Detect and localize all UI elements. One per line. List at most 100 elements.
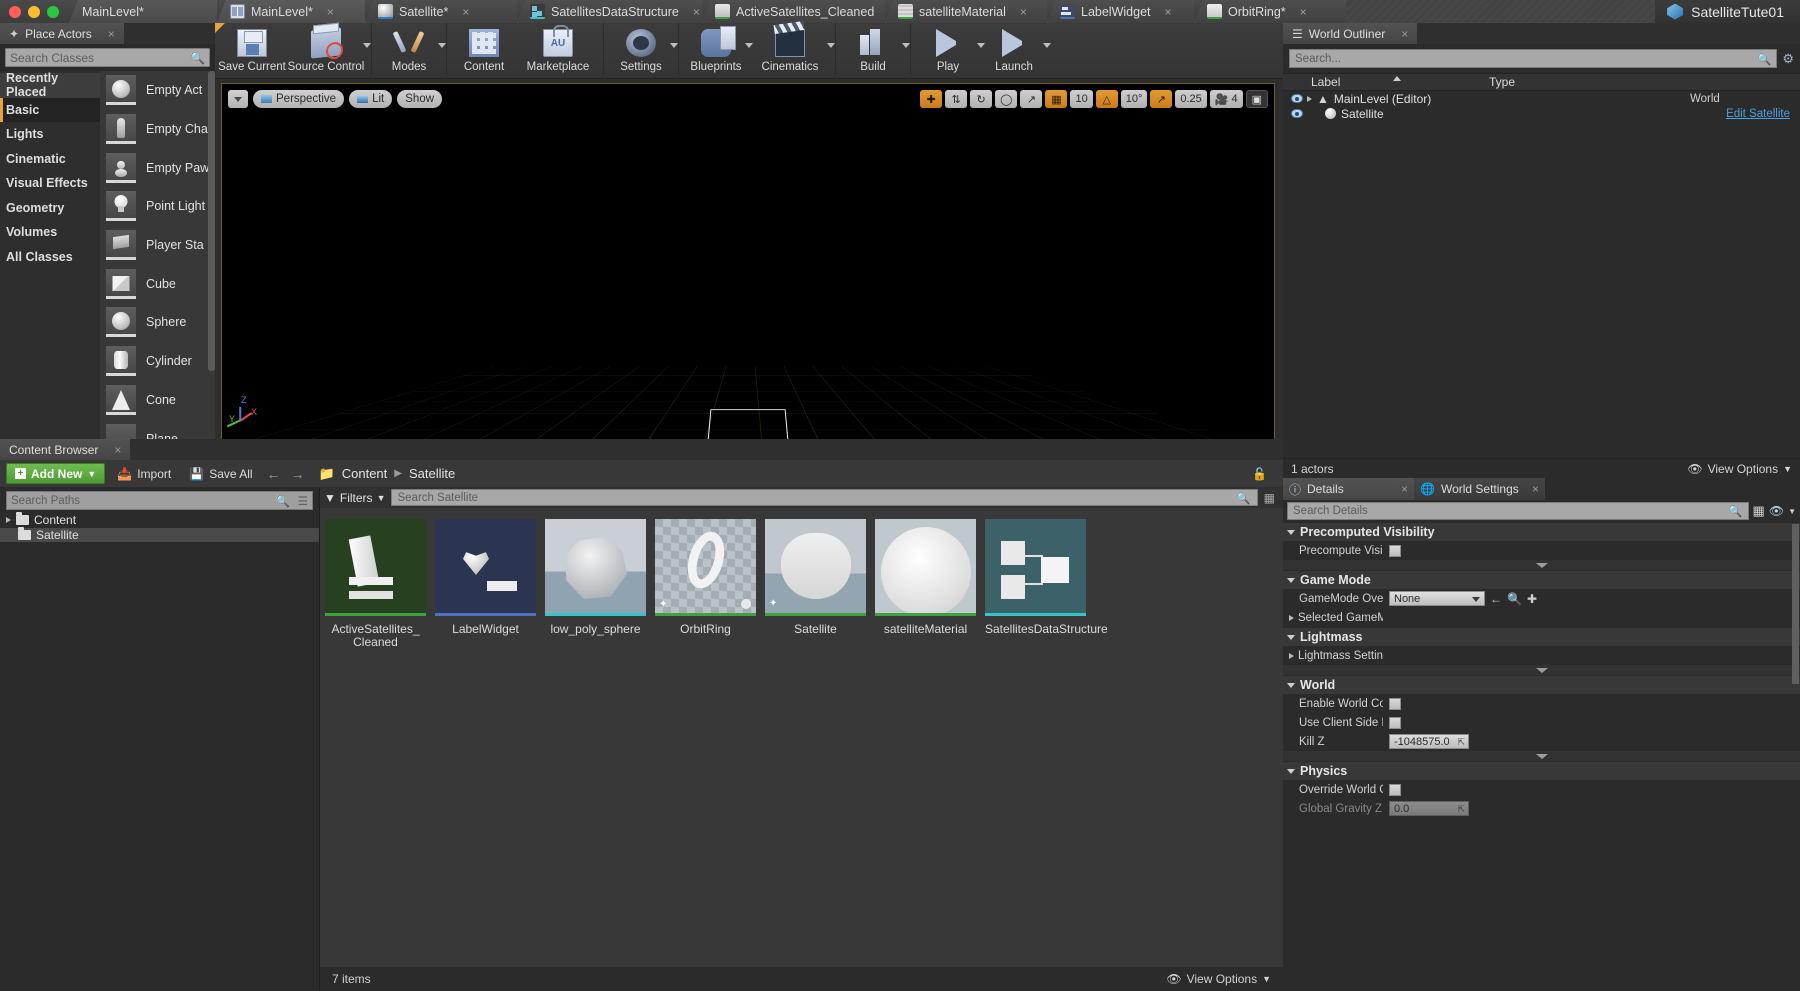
place-actors-scrollbar[interactable]: [208, 71, 215, 371]
tab-activesatellites-cleaned[interactable]: ActiveSatellites_Cleaned ×: [702, 0, 885, 23]
outliner-view-options-button[interactable]: 👁 View Options ▼: [1687, 462, 1792, 476]
list-item[interactable]: Empty Act: [100, 71, 215, 110]
maximize-window-button[interactable]: [47, 5, 59, 18]
chevron-down-icon[interactable]: [1043, 43, 1051, 48]
tab-world-settings[interactable]: 🌐 World Settings ×: [1414, 478, 1545, 500]
browse-asset-button[interactable]: 🔍: [1507, 592, 1522, 606]
list-item[interactable]: Plane: [100, 419, 215, 439]
tab-close-icon[interactable]: ×: [1020, 5, 1027, 19]
chevron-down-icon[interactable]: [827, 43, 835, 48]
lock-icon[interactable]: 🔓: [1252, 467, 1277, 481]
column-header-label[interactable]: Label: [1283, 75, 1483, 89]
enable-world-composition-checkbox[interactable]: [1389, 697, 1401, 710]
asset-tile[interactable]: ✦ OrbitRing: [655, 519, 756, 649]
save-current-button[interactable]: Save Current: [218, 23, 286, 79]
back-button[interactable]: ←: [265, 466, 283, 482]
tab-mainlevel-window[interactable]: MainLevel*: [69, 0, 217, 23]
tab-close-icon[interactable]: ×: [108, 27, 115, 41]
expander-icon[interactable]: [6, 517, 11, 524]
category-all-classes[interactable]: All Classes: [0, 245, 100, 270]
launch-button[interactable]: Launch: [981, 23, 1051, 79]
tab-satellitesdatastructure[interactable]: SatellitesDataStructure ×: [517, 0, 702, 23]
close-window-button[interactable]: [9, 5, 21, 18]
search-paths-input[interactable]: Search Paths 🔍 ☰: [6, 491, 313, 510]
kill-z-input[interactable]: -1048575.0 ⇱: [1389, 734, 1469, 749]
level-viewport[interactable]: Perspective Lit Show ✚ ⇅ ↻ ◯ ↗ ▦ 10 △ 10…: [221, 83, 1275, 450]
expander-icon[interactable]: [1307, 95, 1312, 102]
chevron-down-icon[interactable]: ▼: [1788, 507, 1796, 516]
select-mode-button[interactable]: ✚: [920, 90, 943, 108]
search-details-input[interactable]: Search Details 🔍: [1287, 502, 1749, 520]
edit-satellite-link[interactable]: Edit Satellite: [1726, 108, 1790, 120]
search-outliner-input[interactable]: Search... 🔍: [1289, 49, 1778, 68]
modes-button[interactable]: Modes: [376, 23, 446, 79]
grid-view-icon[interactable]: ▦: [1753, 503, 1765, 519]
viewport-options-button[interactable]: [228, 90, 248, 108]
new-asset-button[interactable]: ✚: [1527, 592, 1537, 606]
source-control-button[interactable]: Source Control: [285, 23, 371, 79]
list-item[interactable]: Cylinder: [100, 342, 215, 381]
tab-orbitring[interactable]: OrbitRing* ×: [1194, 0, 1346, 23]
breadcrumb-satellite[interactable]: Satellite: [409, 466, 455, 481]
forward-button[interactable]: →: [289, 466, 307, 482]
section-divider[interactable]: [1283, 560, 1800, 570]
tab-place-actors[interactable]: ✦ Place Actors ×: [0, 23, 124, 44]
marketplace-button[interactable]: Marketplace: [517, 23, 599, 79]
tab-close-icon[interactable]: ×: [693, 5, 700, 19]
category-basic[interactable]: Basic: [0, 97, 100, 122]
tab-close-icon[interactable]: ×: [462, 5, 469, 19]
tab-world-outliner[interactable]: ☰ World Outliner ×: [1283, 23, 1418, 44]
tab-close-icon[interactable]: ×: [1165, 5, 1172, 19]
outliner-settings-icon[interactable]: ⚙: [1782, 51, 1794, 67]
category-recently-placed[interactable]: Recently Placed: [0, 71, 100, 99]
tab-close-icon[interactable]: ×: [1532, 482, 1539, 496]
scale-snap-toggle[interactable]: ↗: [1150, 90, 1173, 108]
grid-snap-value[interactable]: 10: [1070, 90, 1093, 108]
list-item[interactable]: Player Sta: [100, 226, 215, 265]
visibility-eye-icon[interactable]: [1291, 109, 1303, 118]
gamemode-override-combobox[interactable]: None: [1389, 591, 1485, 606]
category-visual-effects[interactable]: Visual Effects: [0, 171, 100, 196]
asset-tile[interactable]: SatellitesDataStructure: [985, 519, 1108, 649]
import-button[interactable]: 📥 Import: [111, 463, 177, 484]
path-row-content[interactable]: Content: [0, 512, 319, 528]
path-row-satellite[interactable]: Satellite: [0, 526, 319, 542]
override-world-gravity-checkbox[interactable]: [1389, 783, 1401, 796]
section-world[interactable]: World: [1283, 675, 1800, 694]
asset-tile[interactable]: satelliteMaterial: [875, 519, 976, 649]
chevron-down-icon[interactable]: [902, 43, 910, 48]
column-header-type[interactable]: Type: [1483, 75, 1515, 89]
list-item[interactable]: Point Light: [100, 187, 215, 226]
asset-tile[interactable]: low_poly_sphere: [545, 519, 646, 649]
expander-icon[interactable]: [1289, 614, 1294, 621]
lighting-mode-button[interactable]: Lit: [349, 90, 393, 108]
tab-close-icon[interactable]: ×: [1300, 5, 1307, 19]
list-item[interactable]: Cone: [100, 381, 215, 420]
list-item[interactable]: Cube: [100, 264, 215, 303]
use-client-side-level-checkbox[interactable]: [1389, 716, 1401, 729]
translate-mode-button[interactable]: ⇅: [945, 90, 968, 108]
grid-snap-toggle[interactable]: ▦: [1045, 90, 1068, 108]
cinematics-button[interactable]: Cinematics: [749, 23, 835, 79]
view-options-button[interactable]: 👁 View Options ▼: [1166, 972, 1271, 986]
table-row[interactable]: ▲ MainLevel (Editor) World: [1283, 91, 1800, 106]
breadcrumb-content[interactable]: Content: [342, 466, 388, 481]
coordinate-system-button[interactable]: ◯: [995, 90, 1018, 108]
property-row-selected-gamemode[interactable]: Selected GameMode: [1283, 608, 1800, 627]
expand-icon[interactable]: ⇱: [1457, 737, 1465, 748]
eye-icon[interactable]: 👁: [1769, 504, 1784, 518]
source-panel-toggle-icon[interactable]: ▦: [1264, 491, 1279, 505]
tab-satellitematerial[interactable]: satelliteMaterial ×: [885, 0, 1047, 23]
chevron-down-icon[interactable]: [363, 43, 371, 48]
category-volumes[interactable]: Volumes: [0, 220, 100, 245]
use-selected-asset-button[interactable]: ←: [1490, 592, 1502, 606]
filters-button[interactable]: ▼ Filters ▼: [324, 491, 385, 505]
section-precomputed-visibility[interactable]: Precomputed Visibility: [1283, 522, 1800, 541]
tab-close-icon[interactable]: ×: [114, 443, 121, 457]
chevron-down-icon[interactable]: [438, 43, 446, 48]
category-cinematic[interactable]: Cinematic: [0, 147, 100, 172]
add-new-button[interactable]: + Add New ▼: [6, 463, 106, 484]
tab-close-icon[interactable]: ×: [327, 5, 334, 19]
surface-snap-button[interactable]: ↗: [1020, 90, 1043, 108]
maximize-viewport-button[interactable]: ▣: [1245, 90, 1268, 108]
